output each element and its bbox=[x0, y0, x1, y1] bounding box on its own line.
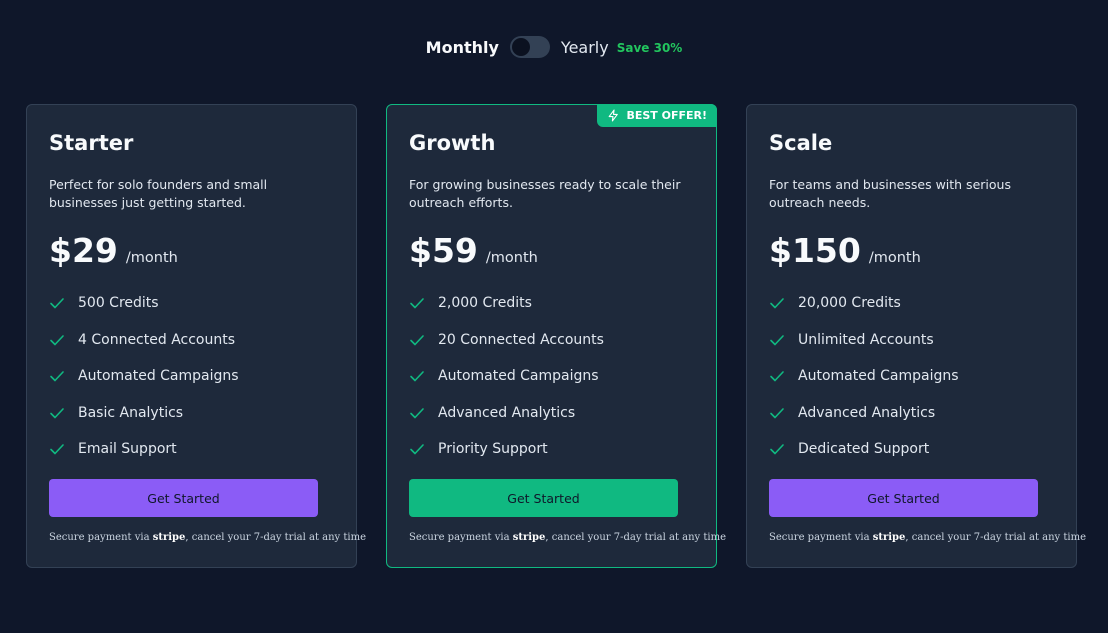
price-period: /month bbox=[125, 250, 178, 266]
check-icon bbox=[410, 407, 424, 419]
check-icon bbox=[770, 371, 784, 382]
plan-price: $150 bbox=[769, 231, 861, 270]
plan-card-starter: Starter Perfect for solo founders and sm… bbox=[26, 104, 366, 568]
feature-list: 2,000 Credits 20 Connected Accounts Auto… bbox=[409, 285, 694, 468]
check-icon bbox=[770, 334, 784, 346]
feature-label: Priority Support bbox=[438, 441, 548, 458]
check-icon bbox=[410, 298, 424, 309]
price-row: $150 /month bbox=[769, 231, 1054, 271]
secure-suffix: , cancel your 7-day trial at any time bbox=[905, 532, 1087, 543]
secure-payment-note: Secure payment via stripe, cancel your 7… bbox=[49, 532, 366, 543]
secure-suffix: , cancel your 7-day trial at any time bbox=[545, 532, 727, 543]
check-icon bbox=[50, 334, 64, 346]
check-icon bbox=[410, 371, 424, 382]
check-icon bbox=[50, 371, 64, 382]
price-row: $29 /month bbox=[49, 231, 334, 271]
feature-list: 500 Credits 4 Connected Accounts Automat… bbox=[49, 285, 334, 468]
price-row: $59 /month bbox=[409, 231, 694, 271]
feature-item: 2,000 Credits bbox=[409, 285, 694, 322]
plan-price: $29 bbox=[49, 231, 118, 270]
check-icon bbox=[770, 298, 784, 309]
feature-label: Advanced Analytics bbox=[798, 404, 936, 421]
feature-label: 500 Credits bbox=[78, 295, 159, 312]
feature-item: Automated Campaigns bbox=[409, 358, 694, 395]
feature-item: Dedicated Support bbox=[769, 431, 1054, 468]
price-period: /month bbox=[868, 250, 921, 266]
check-icon bbox=[410, 444, 424, 455]
feature-item: Priority Support bbox=[409, 431, 694, 468]
billing-period-toggle[interactable] bbox=[509, 36, 550, 58]
plan-card-scale: Scale For teams and businesses with seri… bbox=[746, 104, 1086, 568]
secure-suffix: , cancel your 7-day trial at any time bbox=[185, 532, 367, 543]
feature-item: Advanced Analytics bbox=[409, 395, 694, 432]
feature-label: Unlimited Accounts bbox=[798, 331, 934, 348]
feature-label: Basic Analytics bbox=[78, 404, 184, 421]
get-started-button[interactable]: Get Started bbox=[769, 479, 1038, 517]
feature-item: Advanced Analytics bbox=[769, 395, 1054, 432]
feature-item: 500 Credits bbox=[49, 285, 334, 322]
plan-name: Scale bbox=[769, 131, 833, 155]
price-period: /month bbox=[485, 250, 538, 266]
yearly-label[interactable]: Yearly bbox=[561, 38, 609, 57]
feature-item: 4 Connected Accounts bbox=[49, 322, 334, 359]
save-discount-label: Save 30% bbox=[616, 41, 683, 55]
plan-price: $59 bbox=[409, 231, 478, 270]
feature-label: 4 Connected Accounts bbox=[78, 331, 236, 348]
get-started-button[interactable]: Get Started bbox=[49, 479, 318, 517]
feature-item: Email Support bbox=[49, 431, 334, 468]
feature-label: Email Support bbox=[78, 441, 177, 458]
best-offer-badge: BEST OFFER! bbox=[597, 104, 717, 127]
stripe-label: stripe bbox=[872, 532, 906, 543]
feature-item: Basic Analytics bbox=[49, 395, 334, 432]
get-started-button[interactable]: Get Started bbox=[409, 479, 678, 517]
feature-label: Automated Campaigns bbox=[78, 368, 239, 385]
secure-payment-note: Secure payment via stripe, cancel your 7… bbox=[409, 532, 726, 543]
badge-label: BEST OFFER! bbox=[626, 109, 707, 122]
stripe-label: stripe bbox=[152, 532, 186, 543]
billing-toggle-row: Monthly Yearly Save 30% bbox=[0, 36, 1108, 58]
plan-description: For growing businesses ready to scale th… bbox=[409, 177, 681, 210]
secure-prefix: Secure payment via bbox=[769, 532, 870, 543]
feature-label: 20 Connected Accounts bbox=[438, 331, 604, 348]
check-icon bbox=[770, 407, 784, 419]
feature-label: Automated Campaigns bbox=[438, 368, 599, 385]
feature-item: Unlimited Accounts bbox=[769, 322, 1054, 359]
lightning-icon bbox=[609, 109, 619, 122]
feature-label: Automated Campaigns bbox=[798, 368, 959, 385]
plan-card-growth: BEST OFFER! Growth For growing businesse… bbox=[386, 104, 726, 568]
plan-description: Perfect for solo founders and small busi… bbox=[49, 177, 268, 210]
feature-item: Automated Campaigns bbox=[769, 358, 1054, 395]
check-icon bbox=[410, 334, 424, 346]
feature-item: Automated Campaigns bbox=[49, 358, 334, 395]
feature-label: Advanced Analytics bbox=[438, 404, 576, 421]
toggle-knob bbox=[511, 38, 530, 56]
feature-label: 2,000 Credits bbox=[438, 295, 532, 312]
feature-list: 20,000 Credits Unlimited Accounts Automa… bbox=[769, 285, 1054, 468]
plan-name: Growth bbox=[409, 131, 496, 155]
check-icon bbox=[770, 444, 784, 455]
secure-prefix: Secure payment via bbox=[409, 532, 510, 543]
feature-item: 20 Connected Accounts bbox=[409, 322, 694, 359]
feature-label: 20,000 Credits bbox=[798, 295, 901, 312]
stripe-label: stripe bbox=[512, 532, 546, 543]
check-icon bbox=[50, 444, 64, 455]
feature-item: 20,000 Credits bbox=[769, 285, 1054, 322]
feature-label: Dedicated Support bbox=[798, 441, 930, 458]
plan-name: Starter bbox=[49, 131, 134, 155]
secure-prefix: Secure payment via bbox=[49, 532, 150, 543]
check-icon bbox=[50, 298, 64, 309]
plan-description: For teams and businesses with serious ou… bbox=[769, 177, 1011, 210]
secure-payment-note: Secure payment via stripe, cancel your 7… bbox=[769, 532, 1086, 543]
monthly-label[interactable]: Monthly bbox=[426, 38, 499, 57]
check-icon bbox=[50, 407, 64, 419]
